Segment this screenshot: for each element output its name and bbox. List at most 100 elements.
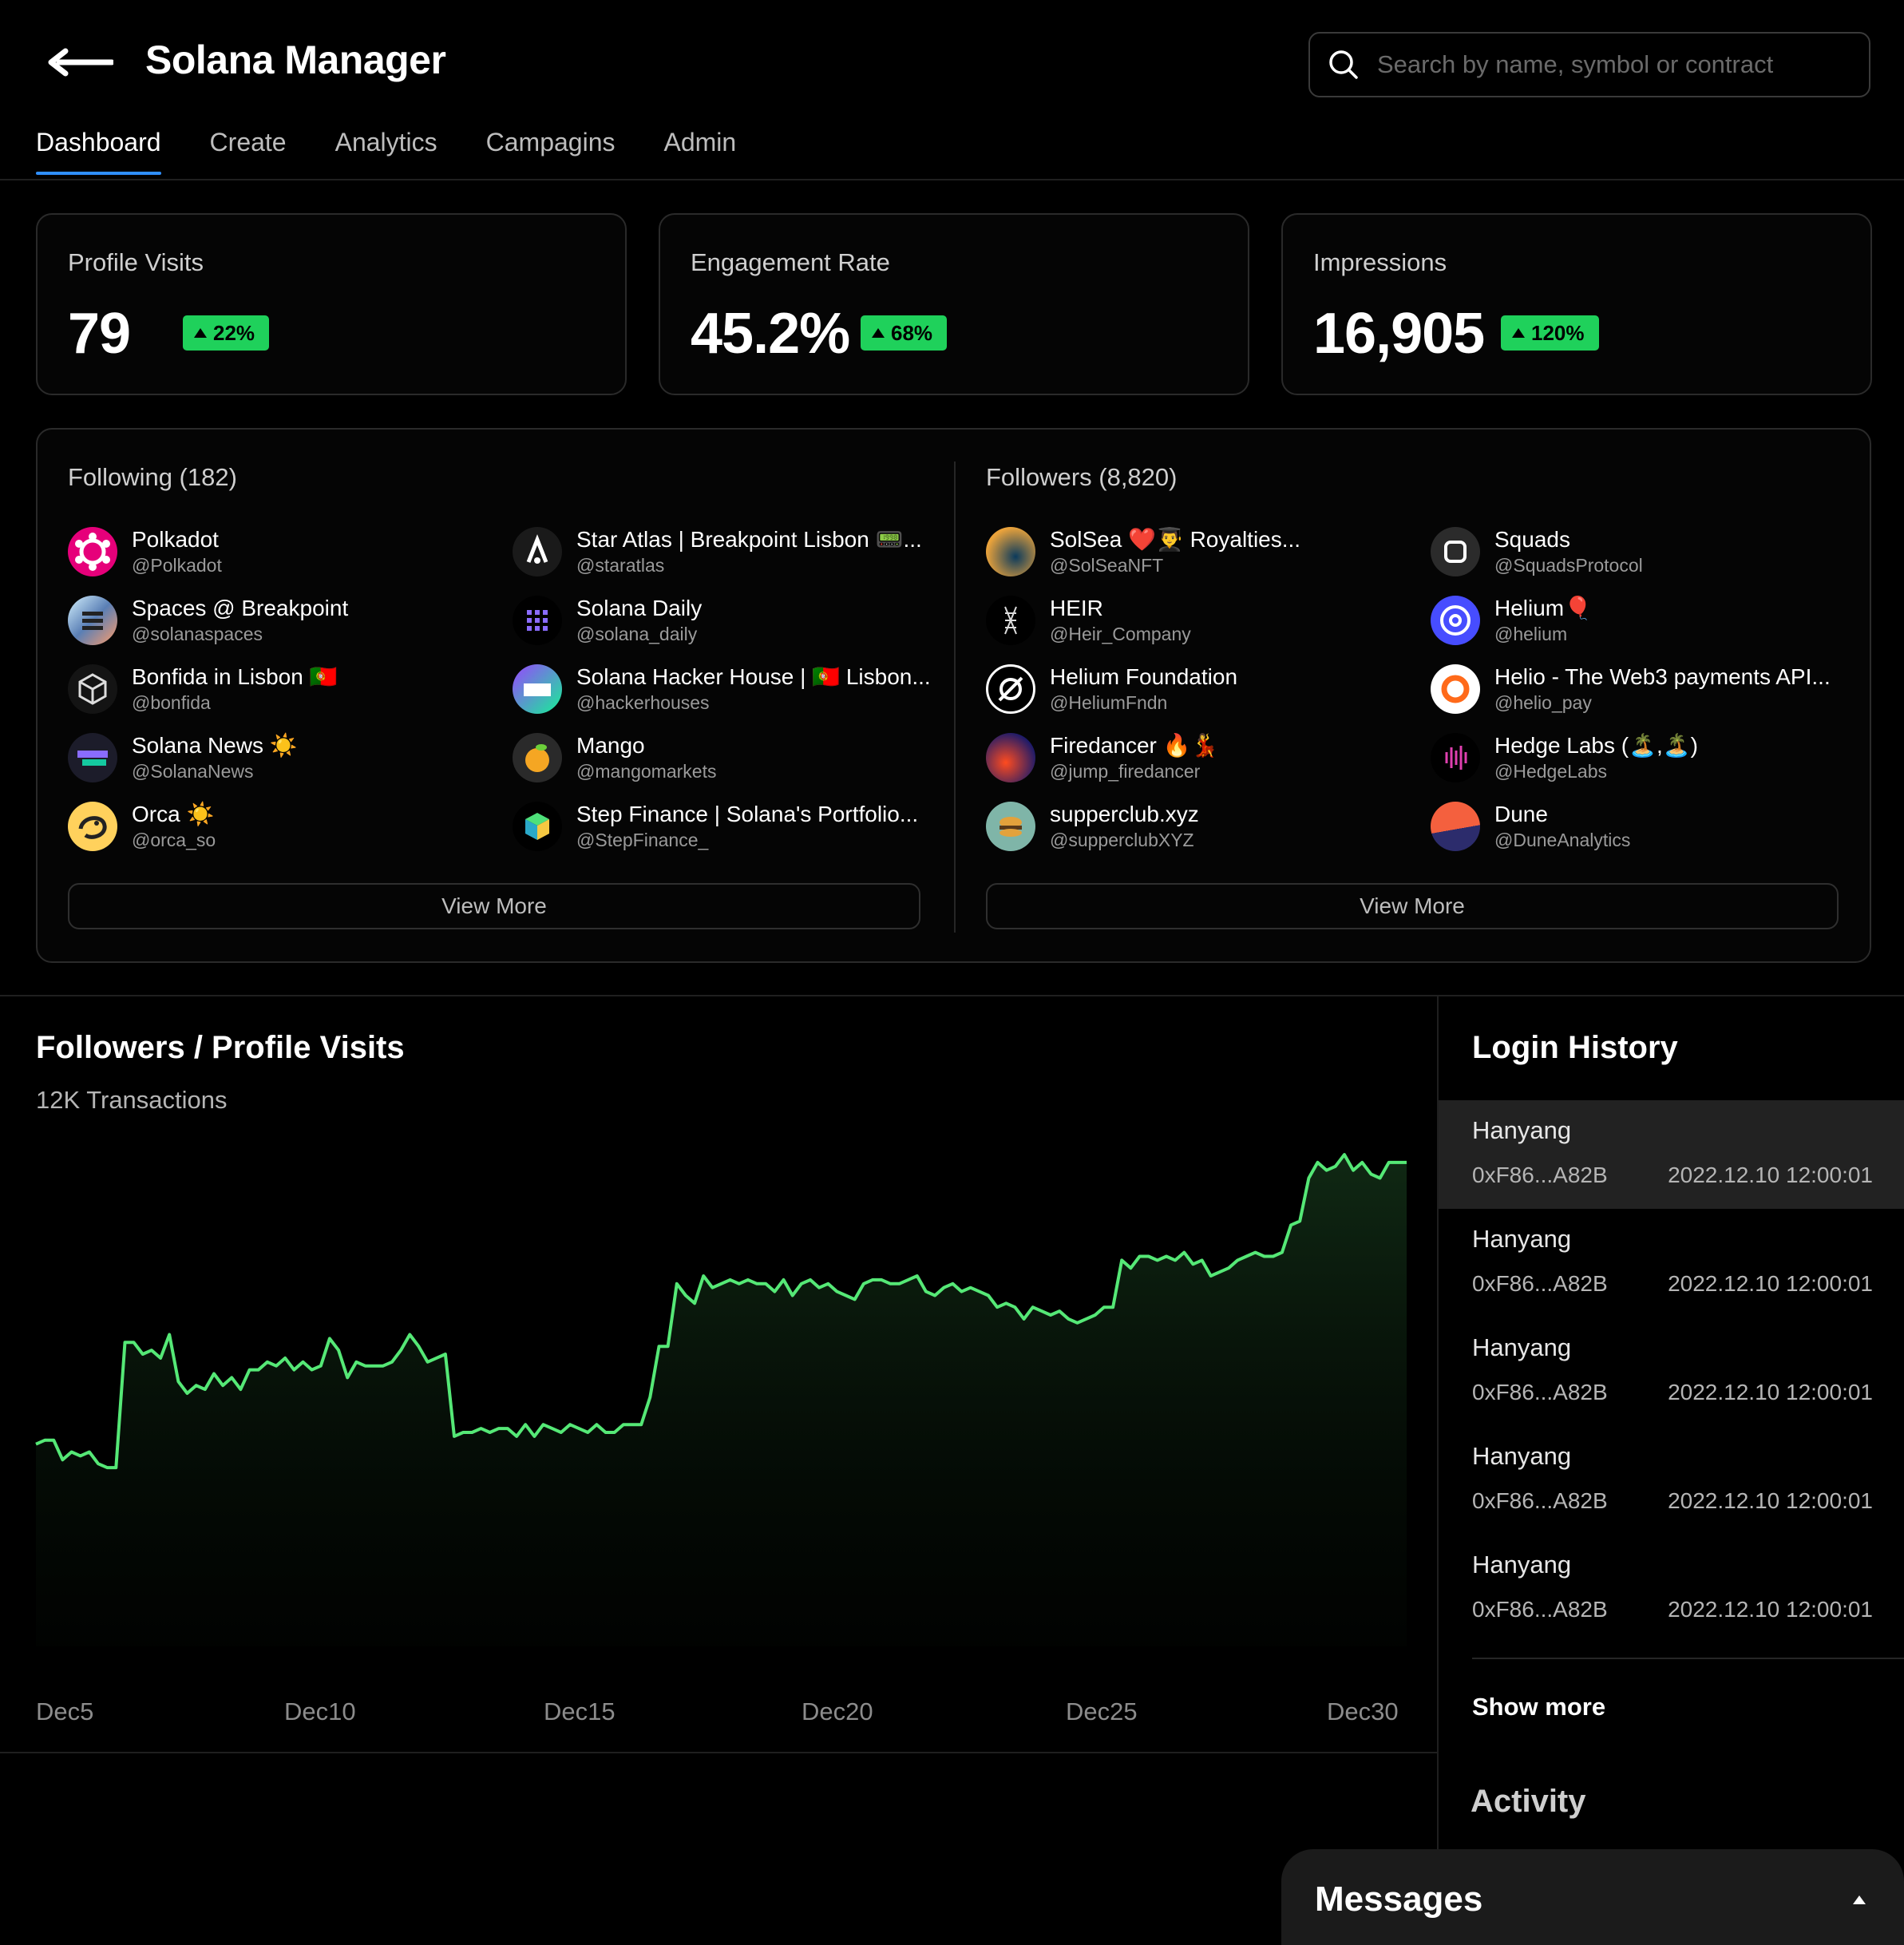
person-handle: @HedgeLabs bbox=[1494, 761, 1607, 782]
person-handle: @jump_firedancer bbox=[1050, 761, 1201, 782]
follower-item[interactable]: Dune @DuneAnalytics bbox=[1431, 800, 1630, 853]
follower-item[interactable]: HEIR @Heir_Company bbox=[986, 594, 1191, 647]
following-item[interactable]: Polkadot @Polkadot bbox=[68, 525, 222, 578]
person-name: Polkadot bbox=[132, 527, 219, 552]
follower-item[interactable]: supperclub.xyz @supperclubXYZ bbox=[986, 800, 1199, 853]
search-input[interactable] bbox=[1377, 50, 1856, 79]
show-more-link[interactable]: Show more bbox=[1472, 1693, 1605, 1721]
dune-avatar bbox=[1431, 802, 1480, 851]
x-tick-label: Dec10 bbox=[284, 1697, 356, 1725]
login-row[interactable]: Hanyang 0xF86...A82B 2022.12.10 12:00:01 bbox=[1439, 1100, 1904, 1209]
person-name: Bonfida in Lisbon 🇵🇹 bbox=[132, 664, 338, 689]
stat-label: Profile Visits bbox=[68, 248, 204, 276]
follower-item[interactable]: Helio - The Web3 payments API... @helio_p… bbox=[1431, 663, 1831, 715]
following-item[interactable]: Bonfida in Lisbon 🇵🇹 @bonfida bbox=[68, 663, 337, 715]
mango-avatar bbox=[513, 733, 562, 782]
person-name: Orca ☀️ bbox=[132, 802, 215, 826]
caret-up-icon[interactable] bbox=[1853, 1895, 1866, 1904]
person-handle: @HeliumFndn bbox=[1050, 692, 1168, 713]
solana-daily-avatar bbox=[513, 596, 562, 645]
person-name: Firedancer 🔥💃 bbox=[1050, 733, 1219, 758]
person-handle: @bonfida bbox=[132, 692, 211, 713]
following-item[interactable]: Mango @mangomarkets bbox=[513, 731, 716, 784]
person-name: Mango bbox=[576, 733, 645, 758]
tab-create[interactable]: Create bbox=[210, 128, 287, 175]
social-panel: Following (182) Followers (8,820) Polkad… bbox=[36, 428, 1871, 963]
back-arrow-icon[interactable] bbox=[45, 45, 115, 80]
change-value: 22% bbox=[213, 320, 255, 345]
x-tick-label: Dec20 bbox=[802, 1697, 873, 1725]
person-name: Step Finance | Solana's Portfolio... bbox=[576, 802, 919, 826]
person-handle: @solanaspaces bbox=[132, 624, 263, 644]
login-row[interactable]: Hanyang 0xF86...A82B 2022.12.10 12:00:01 bbox=[1439, 1209, 1904, 1317]
person-name: Helium Foundation bbox=[1050, 664, 1238, 689]
messages-drawer[interactable]: Messages bbox=[1281, 1849, 1904, 1945]
bonfida-avatar bbox=[68, 664, 117, 714]
person-name: Hedge Labs (🏝️,🏝️) bbox=[1494, 733, 1698, 758]
change-value: 68% bbox=[891, 320, 933, 345]
x-axis: Dec5 Dec10 Dec15 Dec20 Dec25 Dec30 bbox=[36, 1697, 1399, 1725]
person-handle: @Heir_Company bbox=[1050, 624, 1191, 644]
following-item[interactable]: Solana Daily @solana_daily bbox=[513, 594, 702, 647]
followers-view-more-button[interactable]: View More bbox=[986, 883, 1839, 929]
activity-title: Activity bbox=[1471, 1784, 1586, 1819]
change-badge: 22% bbox=[183, 315, 270, 351]
following-item[interactable]: Spaces @ Breakpoint @solanaspaces bbox=[68, 594, 348, 647]
login-time: 2022.12.10 12:00:01 bbox=[1668, 1597, 1873, 1622]
following-item[interactable]: Step Finance | Solana's Portfolio... @Ste… bbox=[513, 800, 918, 853]
person-name: Solana News ☀️ bbox=[132, 733, 298, 758]
login-row[interactable]: Hanyang 0xF86...A82B 2022.12.10 12:00:01 bbox=[1439, 1317, 1904, 1426]
person-handle: @orca_so bbox=[132, 830, 216, 850]
following-title: Following (182) bbox=[68, 463, 237, 491]
chart-area bbox=[36, 1155, 1407, 1646]
x-tick-label: Dec30 bbox=[1327, 1697, 1399, 1725]
helio-avatar bbox=[1431, 664, 1480, 714]
person-handle: @helium bbox=[1494, 624, 1568, 644]
search-icon bbox=[1329, 50, 1358, 79]
login-row[interactable]: Hanyang 0xF86...A82B 2022.12.10 12:00:01 bbox=[1439, 1535, 1904, 1643]
follower-item[interactable]: Hedge Labs (🏝️,🏝️) @HedgeLabs bbox=[1431, 731, 1698, 784]
following-item[interactable]: Solana News ☀️ @SolanaNews bbox=[68, 731, 298, 784]
person-handle: @hackerhouses bbox=[576, 692, 710, 713]
person-handle: @staratlas bbox=[576, 555, 665, 576]
solana-news-avatar bbox=[68, 733, 117, 782]
firedancer-avatar bbox=[986, 733, 1035, 782]
login-row[interactable]: Hanyang 0xF86...A82B 2022.12.10 12:00:01 bbox=[1439, 1426, 1904, 1535]
person-handle: @SolSeaNFT bbox=[1050, 555, 1164, 576]
person-handle: @SolanaNews bbox=[132, 761, 254, 782]
solsea-avatar bbox=[986, 527, 1035, 576]
tab-admin[interactable]: Admin bbox=[664, 128, 737, 175]
change-value: 120% bbox=[1531, 320, 1585, 345]
login-time: 2022.12.10 12:00:01 bbox=[1668, 1271, 1873, 1296]
divider bbox=[1472, 1658, 1904, 1659]
person-name: Solana Hacker House | 🇵🇹 Lisbon... bbox=[576, 664, 931, 689]
person-name: supperclub.xyz bbox=[1050, 802, 1199, 826]
polkadot-avatar bbox=[68, 527, 117, 576]
change-badge: 68% bbox=[861, 315, 948, 351]
login-city: Hanyang bbox=[1472, 1442, 1572, 1470]
follower-item[interactable]: Firedancer 🔥💃 @jump_firedancer bbox=[986, 731, 1218, 784]
following-item[interactable]: Orca ☀️ @orca_so bbox=[68, 800, 216, 853]
stat-card-engagement-rate: Engagement Rate 45.2% 68% bbox=[659, 213, 1249, 395]
login-address: 0xF86...A82B bbox=[1472, 1271, 1608, 1296]
login-address: 0xF86...A82B bbox=[1472, 1488, 1608, 1513]
solana-spaces-avatar bbox=[68, 596, 117, 645]
following-item[interactable]: Star Atlas | Breakpoint Lisbon 📟... @star… bbox=[513, 525, 922, 578]
star-atlas-avatar bbox=[513, 527, 562, 576]
follower-item[interactable]: Squads @SquadsProtocol bbox=[1431, 525, 1643, 578]
follower-item[interactable]: SolSea ❤️👨‍🎓 Royalties... @SolSeaNFT bbox=[986, 525, 1300, 578]
search-box[interactable] bbox=[1308, 32, 1870, 97]
tab-dashboard[interactable]: Dashboard bbox=[36, 128, 161, 175]
login-time: 2022.12.10 12:00:01 bbox=[1668, 1488, 1873, 1513]
supperclub-avatar bbox=[986, 802, 1035, 851]
following-item[interactable]: Solana Hacker House | 🇵🇹 Lisbon... @hacke… bbox=[513, 663, 931, 715]
following-view-more-button[interactable]: View More bbox=[68, 883, 920, 929]
tab-analytics[interactable]: Analytics bbox=[335, 128, 437, 175]
follower-item[interactable]: Helium Foundation @HeliumFndn bbox=[986, 663, 1237, 715]
change-badge: 120% bbox=[1501, 315, 1599, 351]
follower-item[interactable]: Helium🎈 @helium bbox=[1431, 594, 1592, 647]
tab-campaigns[interactable]: Campagins bbox=[486, 128, 616, 175]
stat-card-profile-visits: Profile Visits 79 22% bbox=[36, 213, 627, 395]
person-name: SolSea ❤️👨‍🎓 Royalties... bbox=[1050, 527, 1301, 552]
login-city: Hanyang bbox=[1472, 1333, 1572, 1361]
